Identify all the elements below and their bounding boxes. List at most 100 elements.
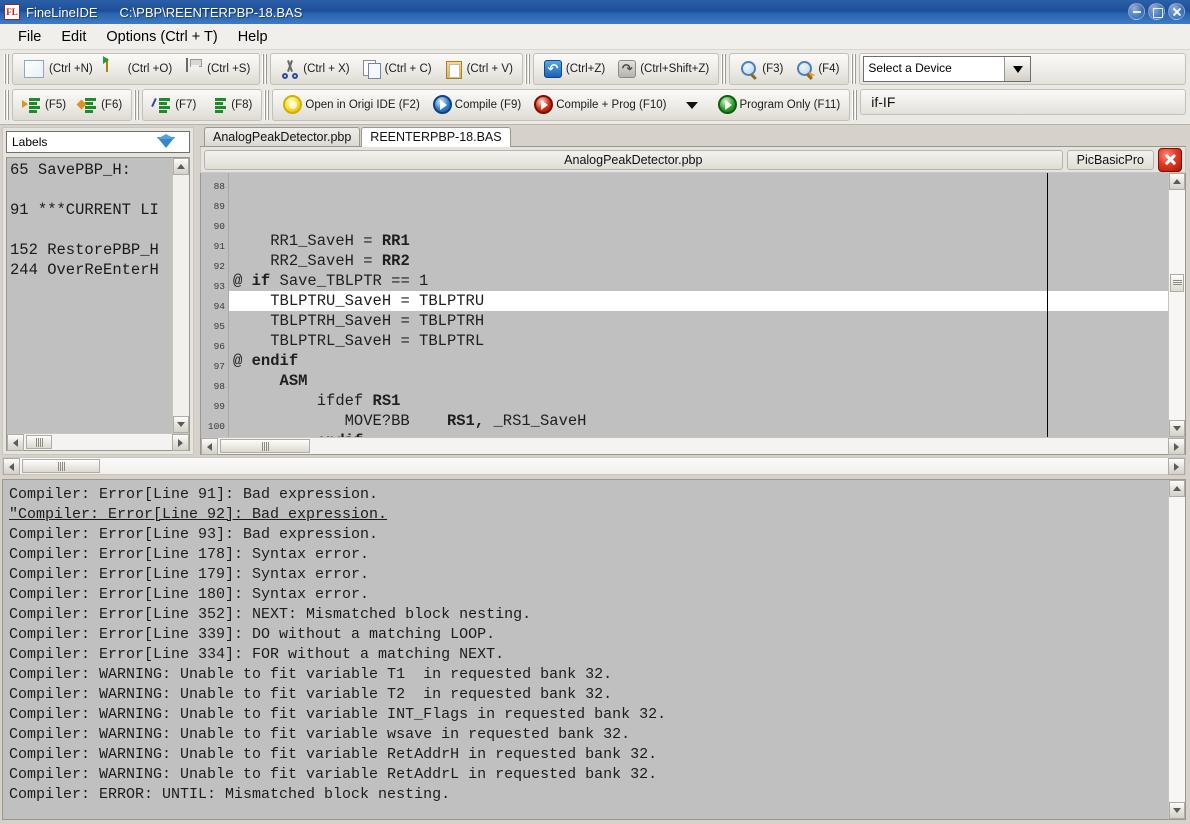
code-line[interactable]: RR2_SaveH = RR2: [229, 251, 1168, 271]
list-item[interactable]: 65 SavePBP_H:: [10, 160, 172, 180]
code-vscroll-track[interactable]: [1169, 190, 1185, 420]
code-horizontal-scrollbar[interactable]: [201, 437, 1185, 454]
code-scroll-up-button[interactable]: [1169, 173, 1185, 190]
toolbar-grip[interactable]: [3, 90, 10, 120]
output-line[interactable]: Compiler: WARNING: Unable to fit variabl…: [9, 685, 1168, 705]
code-scroll-right-button[interactable]: [1168, 438, 1185, 455]
output-line[interactable]: Compiler: Error[Line 178]: Syntax error.: [9, 545, 1168, 565]
output-line[interactable]: Compiler: WARNING: Unable to fit variabl…: [9, 705, 1168, 725]
output-vscroll-track[interactable]: [1169, 497, 1185, 802]
close-button[interactable]: [1168, 3, 1185, 20]
code-line[interactable]: @ if Save_TBLPTR == 1: [229, 271, 1168, 291]
output-line[interactable]: Compiler: Error[Line 334]: FOR without a…: [9, 645, 1168, 665]
toolbar-grip[interactable]: [851, 90, 858, 120]
menu-item-help[interactable]: Help: [228, 27, 278, 47]
code-scroll-left-button[interactable]: [201, 438, 218, 455]
code-line[interactable]: TBLPTRU_SaveH = TBLPTRU: [229, 291, 1168, 311]
comment-button[interactable]: (F7): [146, 91, 202, 119]
output-line[interactable]: "Compiler: Error[Line 92]: Bad expressio…: [9, 505, 1168, 525]
code-vscroll-thumb[interactable]: [1170, 274, 1184, 292]
list-item[interactable]: [10, 180, 172, 200]
output-line[interactable]: Compiler: WARNING: Unable to fit variabl…: [9, 725, 1168, 745]
splitter-scroll-left-button[interactable]: [3, 458, 20, 475]
code-line[interactable]: MOVE?BB RS1, _RS1_SaveH: [229, 411, 1168, 431]
code-line[interactable]: ifdef RS1: [229, 391, 1168, 411]
output-vertical-scrollbar[interactable]: [1168, 480, 1185, 819]
compiler-output-text[interactable]: Compiler: Error[Line 91]: Bad expression…: [3, 480, 1168, 819]
toolbar-grip[interactable]: [3, 54, 10, 84]
close-x-icon[interactable]: [1158, 148, 1182, 172]
code-line[interactable]: @ endif: [229, 351, 1168, 371]
toolbar-grip[interactable]: [850, 54, 857, 84]
code-line[interactable]: ASM: [229, 371, 1168, 391]
scroll-down-button[interactable]: [173, 416, 189, 433]
indent-right-button[interactable]: (F5): [16, 91, 72, 119]
output-line[interactable]: Compiler: Error[Line 352]: NEXT: Mismatc…: [9, 605, 1168, 625]
code-line[interactable]: TBLPTRH_SaveH = TBLPTRH: [229, 311, 1168, 331]
tab-analogpeakdetector[interactable]: AnalogPeakDetector.pbp: [204, 127, 360, 146]
list-item[interactable]: 152 RestorePBP_H: [10, 240, 172, 260]
output-scroll-up-button[interactable]: [1169, 480, 1185, 497]
scroll-left-button[interactable]: [7, 434, 24, 451]
paste-button[interactable]: (Ctrl + V): [438, 55, 519, 83]
toolbar-grip[interactable]: [720, 54, 727, 84]
labels-hscroll-thumb[interactable]: [26, 435, 52, 449]
code-line[interactable]: endif: [229, 431, 1168, 437]
menu-item-file[interactable]: File: [8, 27, 51, 47]
scroll-up-button[interactable]: [173, 158, 189, 175]
open-file-button[interactable]: (Ctrl +O): [99, 55, 178, 83]
language-mode-button[interactable]: PicBasicPro: [1067, 150, 1154, 170]
toolbar-grip[interactable]: [524, 54, 531, 84]
toolbar-grip[interactable]: [133, 90, 140, 120]
splitter-hscroll-track[interactable]: [20, 458, 1168, 474]
cut-button[interactable]: (Ctrl + X): [274, 55, 355, 83]
labels-vertical-scrollbar[interactable]: [172, 158, 189, 433]
output-line[interactable]: Compiler: Error[Line 180]: Syntax error.: [9, 585, 1168, 605]
copy-button[interactable]: (Ctrl + C): [356, 55, 438, 83]
list-item[interactable]: [10, 220, 172, 240]
redo-button[interactable]: ↷ (Ctrl+Shift+Z): [611, 55, 715, 83]
scroll-right-button[interactable]: [172, 434, 189, 451]
menu-item-edit[interactable]: Edit: [51, 27, 96, 47]
indent-left-button[interactable]: (F6): [72, 91, 128, 119]
uncomment-button[interactable]: (F8): [202, 91, 258, 119]
splitter-hscroll-thumb[interactable]: [22, 459, 100, 473]
minimize-button[interactable]: [1128, 3, 1145, 20]
code-hscroll-thumb[interactable]: [220, 439, 310, 453]
toolbar-grip[interactable]: [261, 54, 268, 84]
program-only-button[interactable]: Program Only (F11): [711, 91, 847, 119]
labels-hscroll-track[interactable]: [24, 434, 172, 450]
output-line[interactable]: Compiler: Error[Line 91]: Bad expression…: [9, 485, 1168, 505]
output-line[interactable]: Compiler: Error[Line 179]: Syntax error.: [9, 565, 1168, 585]
save-file-button[interactable]: (Ctrl +S): [178, 55, 256, 83]
output-line[interactable]: Compiler: Error[Line 93]: Bad expression…: [9, 525, 1168, 545]
code-line[interactable]: RR1_SaveH = RR1: [229, 231, 1168, 251]
code-vertical-scrollbar[interactable]: [1168, 173, 1185, 437]
splitter-horizontal-scrollbar[interactable]: [2, 457, 1186, 475]
labels-horizontal-scrollbar[interactable]: [7, 433, 189, 450]
tab-reenterpbp[interactable]: REENTERPBP-18.BAS: [361, 127, 510, 147]
code-text-area[interactable]: RR1_SaveH = RR1 RR2_SaveH = RR2@ if Save…: [229, 173, 1168, 437]
code-scroll-down-button[interactable]: [1169, 420, 1185, 437]
labels-dropdown[interactable]: Labels: [6, 131, 190, 153]
device-combo-arrow[interactable]: [1004, 57, 1030, 81]
code-line[interactable]: TBLPTRL_SaveH = TBLPTRL: [229, 331, 1168, 351]
list-item[interactable]: 91 ***CURRENT LI: [10, 200, 172, 220]
toolbar-grip[interactable]: [263, 90, 270, 120]
compile-program-button[interactable]: Compile + Prog (F10): [527, 91, 672, 119]
output-scroll-down-button[interactable]: [1169, 802, 1185, 819]
menu-item-options[interactable]: Options (Ctrl + T): [96, 27, 227, 47]
code-hscroll-track[interactable]: [218, 438, 1168, 454]
output-line[interactable]: Compiler: WARNING: Unable to fit variabl…: [9, 765, 1168, 785]
maximize-button[interactable]: [1148, 3, 1165, 20]
output-line[interactable]: Compiler: Error[Line 339]: DO without a …: [9, 625, 1168, 645]
output-line[interactable]: Compiler: WARNING: Unable to fit variabl…: [9, 745, 1168, 765]
labels-list[interactable]: 65 SavePBP_H: 91 ***CURRENT LI 152 Resto…: [7, 158, 172, 433]
open-origin-ide-button[interactable]: Open in Origi IDE (F2): [276, 91, 425, 119]
splitter-scroll-right-button[interactable]: [1168, 458, 1185, 475]
code-scroll-viewport[interactable]: 88 89 90 91 92 93 94 95 96 97 98: [201, 173, 1168, 437]
keyword-status-field[interactable]: if-IF: [860, 89, 1186, 115]
list-item[interactable]: 244 OverReEnterH: [10, 260, 172, 280]
undo-button[interactable]: ↶ (Ctrl+Z): [537, 55, 611, 83]
output-line[interactable]: Compiler: ERROR: UNTIL: Mismatched block…: [9, 785, 1168, 805]
